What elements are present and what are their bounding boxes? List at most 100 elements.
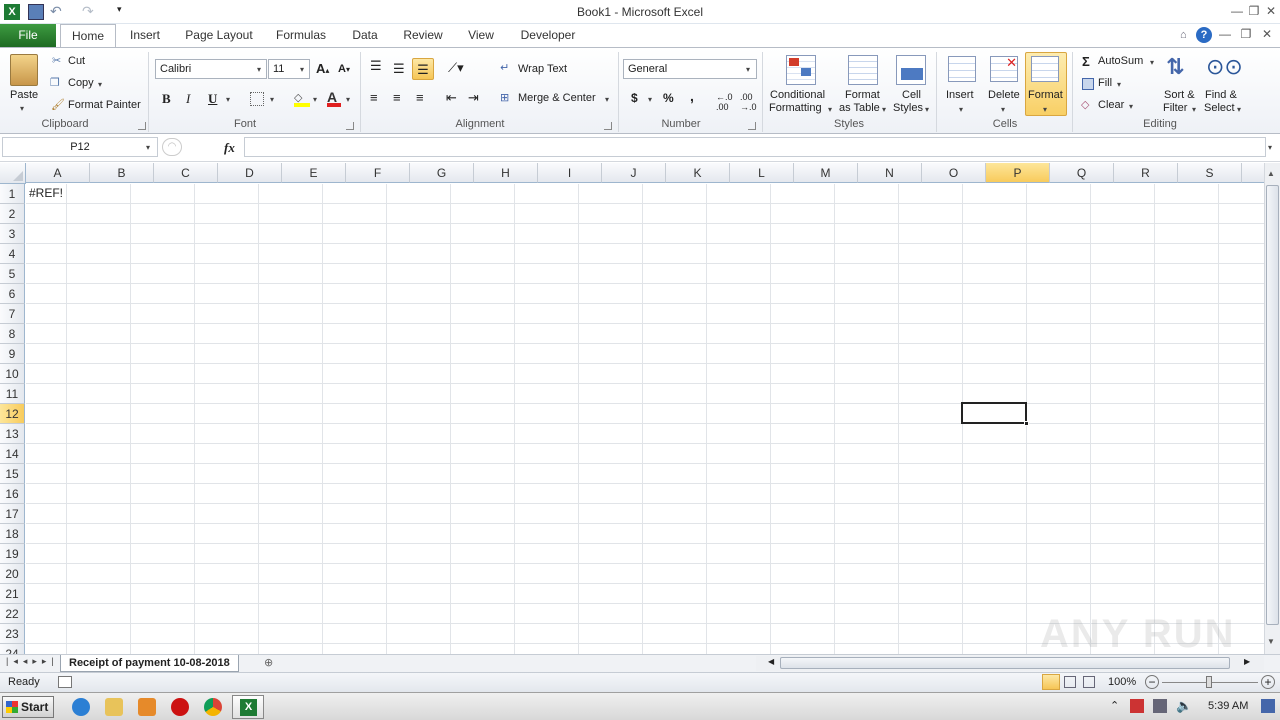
- sort-filter-button[interactable]: Sort &: [1164, 89, 1195, 101]
- sheet-tab-receipt[interactable]: Receipt of payment 10-08-2018: [60, 655, 239, 672]
- row-header-24[interactable]: 24: [0, 644, 25, 654]
- wrap-text-button[interactable]: Wrap Text: [518, 63, 567, 75]
- vertical-scroll-thumb[interactable]: [1266, 185, 1279, 625]
- column-header-L[interactable]: L: [730, 163, 794, 183]
- cut-button[interactable]: Cut: [68, 55, 85, 67]
- merge-center-button[interactable]: Merge & Center: [518, 92, 596, 104]
- page-break-view-icon[interactable]: [1083, 676, 1095, 688]
- tab-developer[interactable]: Developer: [514, 24, 582, 47]
- tab-data[interactable]: Data: [344, 24, 386, 47]
- volume-icon[interactable]: 🔈: [1176, 698, 1192, 714]
- name-box[interactable]: P12: [2, 137, 158, 157]
- clear-button[interactable]: Clear: [1098, 99, 1124, 111]
- zoom-out-icon[interactable]: −: [1145, 675, 1159, 689]
- delete-cells-button[interactable]: Delete: [988, 89, 1020, 101]
- number-format-select[interactable]: General: [623, 59, 757, 79]
- row-header-9[interactable]: 9: [0, 344, 25, 364]
- row-header-2[interactable]: 2: [0, 204, 25, 224]
- font-color-icon[interactable]: A: [327, 89, 341, 107]
- page-layout-view-icon[interactable]: [1064, 676, 1076, 688]
- opera-icon[interactable]: [171, 698, 189, 716]
- row-header-3[interactable]: 3: [0, 224, 25, 244]
- formula-bar-expand-icon[interactable]: ◠: [162, 138, 182, 156]
- row-header-4[interactable]: 4: [0, 244, 25, 264]
- tab-home[interactable]: Home: [60, 24, 116, 47]
- zoom-level[interactable]: 100%: [1108, 676, 1136, 688]
- row-header-13[interactable]: 13: [0, 424, 25, 444]
- column-header-E[interactable]: E: [282, 163, 346, 183]
- format-painter-button[interactable]: Format Painter: [68, 99, 141, 111]
- align-top-icon[interactable]: ☰: [370, 58, 382, 74]
- column-header-Q[interactable]: Q: [1050, 163, 1114, 183]
- fill-color-icon[interactable]: ◇: [294, 90, 310, 107]
- comma-button[interactable]: ,: [690, 88, 694, 104]
- workbook-close-icon[interactable]: ✕: [1258, 26, 1276, 42]
- column-header-J[interactable]: J: [602, 163, 666, 183]
- file-explorer-icon[interactable]: [105, 698, 123, 716]
- align-left-icon[interactable]: ≡: [370, 90, 378, 105]
- cells-area[interactable]: [26, 184, 1264, 654]
- column-header-O[interactable]: O: [922, 163, 986, 183]
- currency-button[interactable]: $: [631, 91, 638, 105]
- row-header-15[interactable]: 15: [0, 464, 25, 484]
- paste-button[interactable]: Paste: [10, 89, 38, 101]
- row-header-14[interactable]: 14: [0, 444, 25, 464]
- decrease-indent-icon[interactable]: ⇤: [446, 90, 457, 106]
- vertical-scrollbar[interactable]: ▲ ▼: [1264, 163, 1280, 654]
- column-header-N[interactable]: N: [858, 163, 922, 183]
- underline-button[interactable]: U: [208, 91, 217, 107]
- italic-button[interactable]: I: [186, 91, 190, 107]
- tab-page-layout[interactable]: Page Layout: [180, 24, 258, 47]
- tab-review[interactable]: Review: [396, 24, 450, 47]
- column-header-M[interactable]: M: [794, 163, 858, 183]
- chrome-icon[interactable]: [204, 698, 222, 716]
- macro-record-icon[interactable]: [58, 676, 72, 688]
- font-launcher-icon[interactable]: [346, 122, 354, 130]
- insert-cells-button[interactable]: Insert: [946, 89, 974, 101]
- font-name-select[interactable]: Calibri: [155, 59, 267, 79]
- minimize-ribbon-icon[interactable]: ⌂: [1180, 29, 1187, 41]
- align-middle-icon[interactable]: ☰: [393, 61, 405, 77]
- row-header-11[interactable]: 11: [0, 384, 25, 404]
- row-header-16[interactable]: 16: [0, 484, 25, 504]
- action-center-icon[interactable]: [1130, 699, 1144, 713]
- insert-sheet-icon[interactable]: ⊕: [264, 656, 280, 670]
- formula-input[interactable]: [244, 137, 1266, 157]
- active-cell-P12[interactable]: [961, 402, 1029, 426]
- row-header-6[interactable]: 6: [0, 284, 25, 304]
- restore-icon[interactable]: ❐: [1245, 3, 1263, 19]
- select-all-button[interactable]: [0, 163, 26, 184]
- excel-taskbar-button[interactable]: X: [232, 695, 264, 719]
- clipboard-launcher-icon[interactable]: [138, 122, 146, 130]
- row-header-23[interactable]: 23: [0, 624, 25, 644]
- column-header-R[interactable]: R: [1114, 163, 1178, 183]
- orientation-icon[interactable]: ⟋▾: [448, 60, 464, 76]
- grow-font-icon[interactable]: A▴: [316, 61, 329, 76]
- bold-button[interactable]: B: [162, 91, 171, 107]
- workbook-restore-icon[interactable]: ❐: [1237, 26, 1255, 42]
- row-header-20[interactable]: 20: [0, 564, 25, 584]
- column-header-A[interactable]: A: [26, 163, 90, 183]
- zoom-in-icon[interactable]: +: [1261, 675, 1275, 689]
- align-right-icon[interactable]: ≡: [416, 90, 424, 105]
- row-header-10[interactable]: 10: [0, 364, 25, 384]
- column-header-F[interactable]: F: [346, 163, 410, 183]
- help-icon[interactable]: ?: [1196, 27, 1212, 43]
- row-header-7[interactable]: 7: [0, 304, 25, 324]
- fill-button[interactable]: Fill: [1098, 77, 1112, 89]
- column-header-D[interactable]: D: [218, 163, 282, 183]
- percent-button[interactable]: %: [663, 91, 674, 105]
- network-icon[interactable]: [1153, 699, 1167, 713]
- column-header-C[interactable]: C: [154, 163, 218, 183]
- tab-insert[interactable]: Insert: [122, 24, 168, 47]
- alignment-launcher-icon[interactable]: [604, 122, 612, 130]
- format-cells-button[interactable]: Format: [1028, 89, 1063, 101]
- number-launcher-icon[interactable]: [748, 122, 756, 130]
- row-header-18[interactable]: 18: [0, 524, 25, 544]
- conditional-formatting-button[interactable]: Conditional: [770, 89, 825, 101]
- format-as-table-button[interactable]: Format: [845, 89, 880, 101]
- close-icon[interactable]: ✕: [1262, 3, 1280, 19]
- column-header-T[interactable]: T: [1242, 163, 1264, 183]
- row-header-21[interactable]: 21: [0, 584, 25, 604]
- column-header-G[interactable]: G: [410, 163, 474, 183]
